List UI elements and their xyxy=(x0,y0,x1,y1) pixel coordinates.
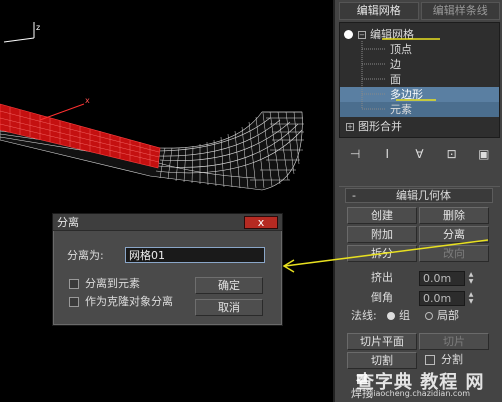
stack-item-label: 编辑网格 xyxy=(370,28,414,41)
stack-item-face[interactable]: 面 xyxy=(340,72,499,87)
normal-label: 法线: xyxy=(351,309,377,322)
chamfer-label: 倒角 xyxy=(371,291,393,304)
spinner-arrows-icon[interactable]: ▲ ▼ xyxy=(467,271,475,286)
object-name-input[interactable] xyxy=(125,247,265,263)
pin-stack-icon[interactable]: ⊣ xyxy=(346,145,364,163)
svg-text:x: x xyxy=(85,96,90,105)
cut-button[interactable]: 切割 xyxy=(347,352,417,369)
detach-to-element-label: 分离到元素 xyxy=(85,277,140,290)
normal-local-label: 局部 xyxy=(437,309,459,322)
stack-item-label: 图形合并 xyxy=(358,120,402,133)
slice-plane-button[interactable]: 切片平面 xyxy=(347,333,417,350)
detach-as-label: 分离为: xyxy=(67,249,104,262)
stack-item-edit-mesh[interactable]: − 编辑网格 xyxy=(340,27,499,42)
detach-as-clone-checkbox[interactable] xyxy=(69,297,79,307)
stack-item-label: 面 xyxy=(390,73,401,86)
show-end-result-icon[interactable]: Ι xyxy=(378,145,396,163)
slice-button[interactable]: 切片 xyxy=(419,333,489,350)
remove-modifier-icon[interactable]: ⊡ xyxy=(443,145,461,163)
stack-item-label: 顶点 xyxy=(390,43,412,56)
detach-button[interactable]: 分离 xyxy=(419,226,489,243)
expand-icon[interactable]: + xyxy=(346,123,354,131)
cancel-button[interactable]: 取消 xyxy=(195,299,263,316)
normal-group-label: 组 xyxy=(399,309,410,322)
spinner-arrows-icon[interactable]: ▲ ▼ xyxy=(467,291,475,306)
extrude-spinner[interactable]: 0.0m xyxy=(419,271,465,286)
stack-item-polygon[interactable]: 多边形 xyxy=(340,87,499,102)
configure-sets-icon[interactable]: ▣ xyxy=(475,145,493,163)
watermark-url: jiaocheng.chazidian.com xyxy=(371,389,471,398)
lightbulb-icon[interactable] xyxy=(344,30,353,39)
extrude-label: 挤出 xyxy=(371,271,393,284)
detach-to-element-checkbox[interactable] xyxy=(69,279,79,289)
tab-edit-mesh[interactable]: 编辑网格 xyxy=(339,2,419,20)
svg-text:z: z xyxy=(36,23,40,32)
ok-button[interactable]: 确定 xyxy=(195,277,263,294)
normal-group-radio[interactable] xyxy=(387,312,395,320)
chamfer-spinner[interactable]: 0.0m xyxy=(419,291,465,306)
stack-item-shape-merge[interactable]: + 图形合并 xyxy=(340,119,499,134)
viewport[interactable]: z x xyxy=(0,0,333,402)
create-button[interactable]: 创建 xyxy=(347,207,417,224)
delete-button[interactable]: 删除 xyxy=(419,207,489,224)
collapse-icon[interactable]: − xyxy=(358,31,366,39)
stack-item-element[interactable]: 元素 xyxy=(340,102,499,117)
modifier-tabs: 编辑网格 编辑样条线 xyxy=(339,2,500,20)
stack-item-label: 多边形 xyxy=(390,88,423,101)
stack-item-label: 元素 xyxy=(390,103,412,116)
stack-item-vertex[interactable]: 顶点 xyxy=(340,42,499,57)
split-checkbox[interactable] xyxy=(425,355,435,365)
tab-edit-spline[interactable]: 编辑样条线 xyxy=(420,2,500,20)
stack-toolbar: ⊣ Ι ∀ ⊡ ▣ xyxy=(339,142,500,166)
axis-gizmo: z xyxy=(3,22,40,43)
normal-local-radio[interactable] xyxy=(425,312,433,320)
split-button[interactable]: 拆分 xyxy=(347,245,417,262)
detach-as-clone-label: 作为克隆对象分离 xyxy=(85,295,173,308)
rollout-header[interactable]: - 编辑几何体 xyxy=(345,188,493,203)
turn-button[interactable]: 改向 xyxy=(419,245,489,262)
make-unique-icon[interactable]: ∀ xyxy=(410,145,428,163)
close-button[interactable]: x xyxy=(244,216,278,229)
detach-dialog: 分离 x 分离为: 分离到元素 作为克隆对象分离 确定 取消 xyxy=(52,213,283,326)
stack-item-label: 边 xyxy=(390,58,401,71)
stack-item-edge[interactable]: 边 xyxy=(340,57,499,72)
command-panel: 编辑网格 编辑样条线 − 编辑网格 顶点 边 面 多边形 元素 + 图形合并 ⊣… xyxy=(333,0,502,402)
split-checkbox-label: 分割 xyxy=(441,353,463,366)
mesh-view: z x xyxy=(0,22,304,191)
modifier-stack: − 编辑网格 顶点 边 面 多边形 元素 + 图形合并 xyxy=(339,22,500,138)
transform-gizmo: x xyxy=(39,96,90,121)
attach-button[interactable]: 附加 xyxy=(347,226,417,243)
